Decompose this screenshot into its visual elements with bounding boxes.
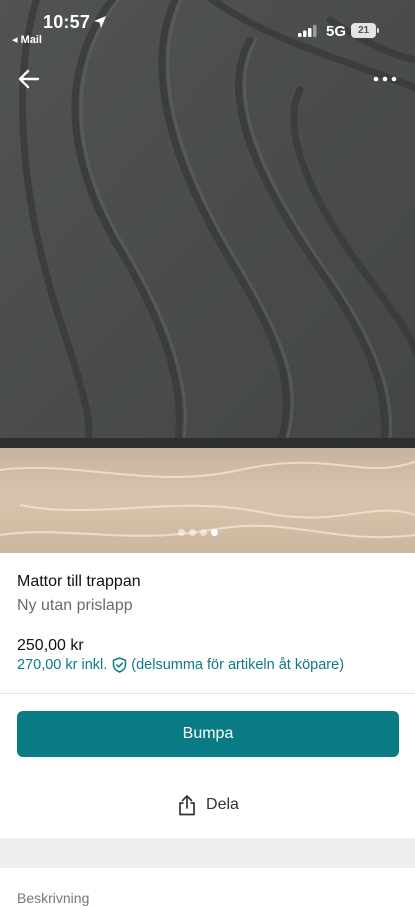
location-arrow-icon [94,16,106,28]
price-incl-amount: 270,00 kr inkl. [17,657,108,673]
back-to-mail-link[interactable]: ◂ Mail [12,33,42,46]
buyer-protection-price[interactable]: 270,00 kr inkl. (delsumma för artikeln å… [17,657,344,673]
listing-title: Mattor till trappan [17,573,141,590]
price-incl-note: (delsumma för artikeln åt köpare) [131,657,345,673]
battery-tip [377,28,379,33]
clock: 10:57 [43,12,91,32]
carousel-dot[interactable] [178,529,185,536]
section-separator [0,838,415,868]
share-button[interactable]: Dela [17,782,399,828]
rug-photo [0,0,415,553]
description-heading: Beskrivning [17,890,90,906]
carousel-dot-active[interactable] [211,529,218,536]
back-arrow-icon[interactable] [16,66,42,92]
battery-icon: 21 [351,23,376,38]
bump-button[interactable]: Bumpa [17,711,399,757]
listing-price: 250,00 kr [17,637,84,654]
share-label: Dela [206,796,239,813]
shield-check-icon [113,657,127,673]
listing-condition: Ny utan prislapp [17,597,133,614]
carousel-dot[interactable] [200,529,207,536]
carousel-indicator[interactable] [178,529,218,537]
share-icon [179,795,195,816]
network-type: 5G [326,23,347,40]
signal-icon [298,25,317,37]
divider [0,693,415,694]
listing-photo[interactable]: 10:57 ◂ Mail 5G 21 [0,0,415,553]
status-bar: 10:57 ◂ Mail 5G 21 [0,0,415,48]
carousel-dot[interactable] [189,529,196,536]
more-options-icon[interactable] [370,70,400,88]
